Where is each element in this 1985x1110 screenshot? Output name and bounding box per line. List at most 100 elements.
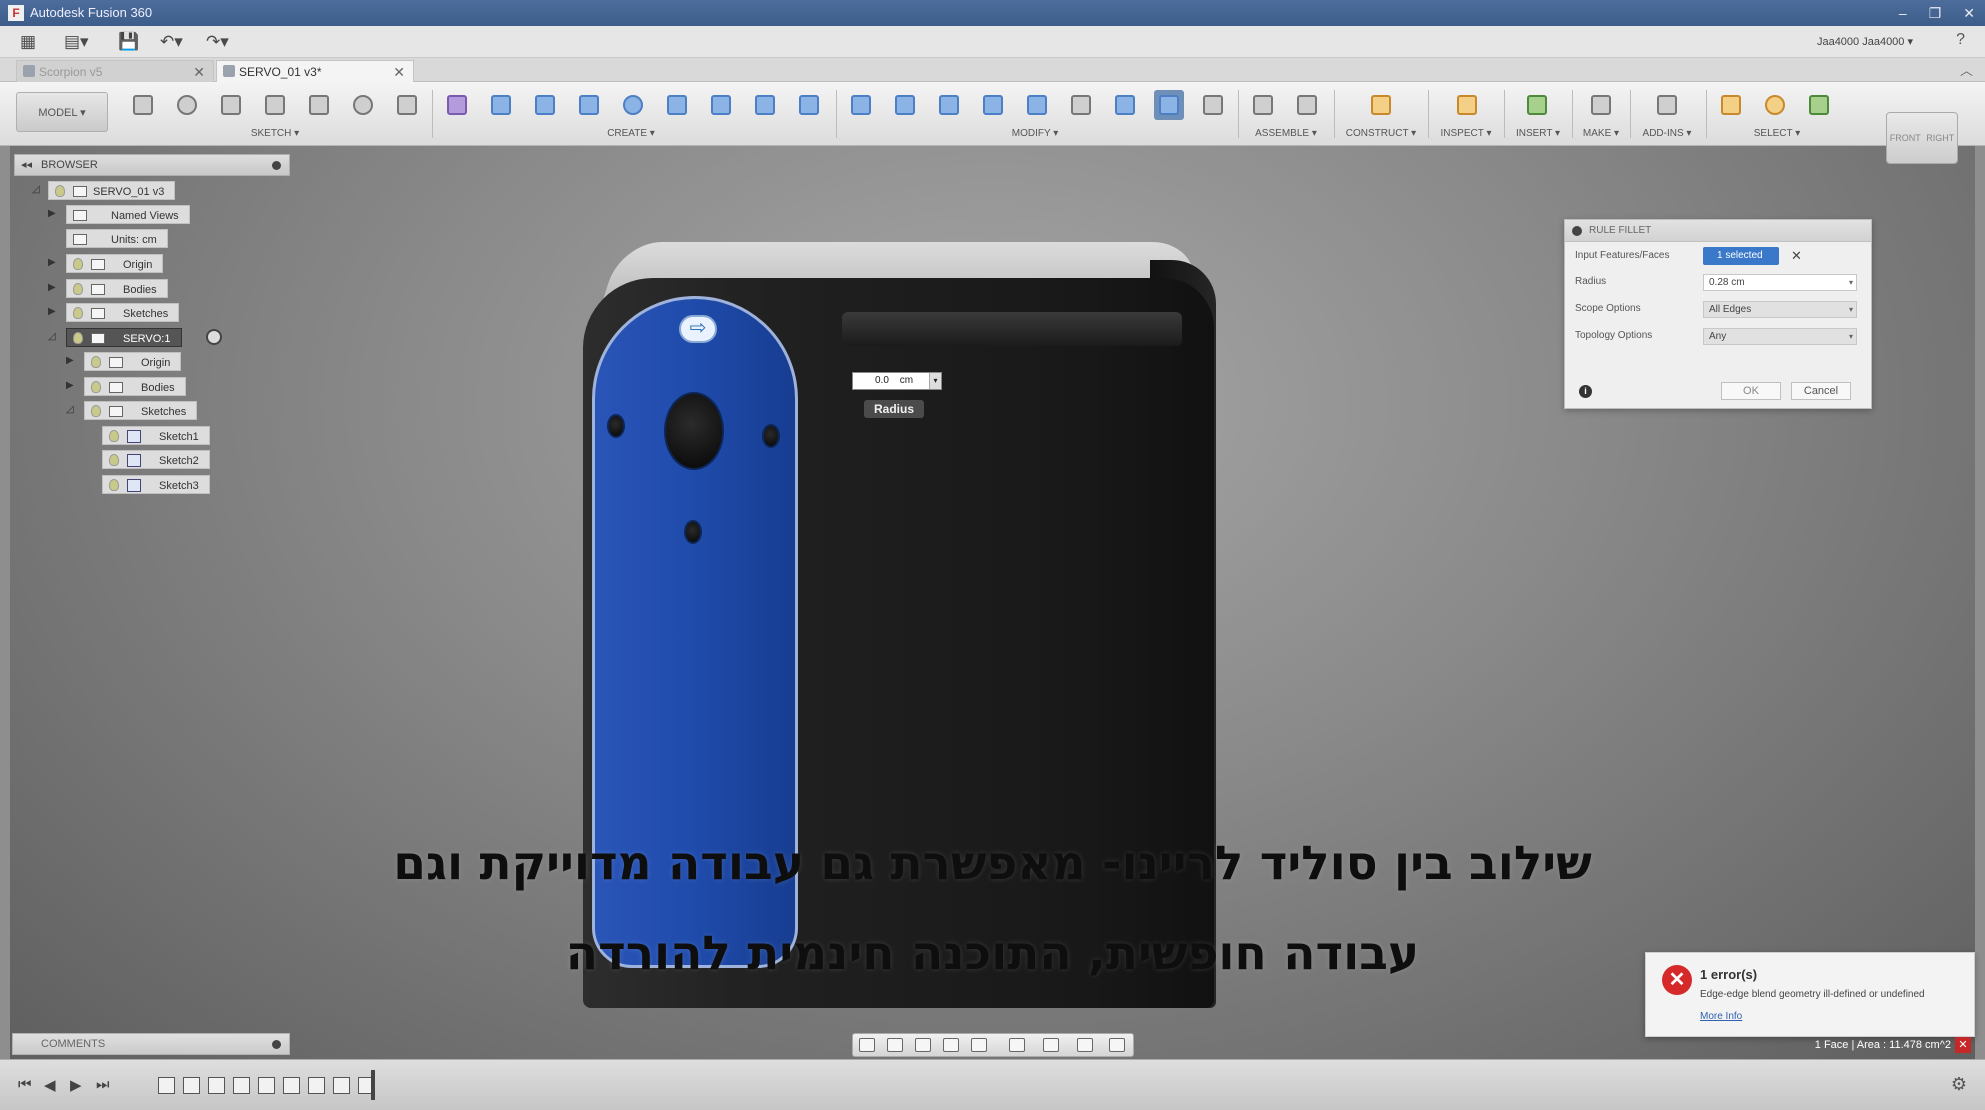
chevron-down-icon[interactable]: ▾: [1849, 275, 1853, 290]
expand-icon[interactable]: ◿: [48, 327, 60, 347]
split-face-icon[interactable]: [1066, 90, 1096, 120]
expand-icon[interactable]: ◿: [32, 180, 44, 200]
tab-servo[interactable]: SERVO_01 v3* ✕: [216, 60, 414, 82]
create-sketch-icon[interactable]: [128, 90, 158, 120]
comments-panel-header[interactable]: COMMENTS: [12, 1033, 290, 1055]
timeline-feature-extrude[interactable]: [258, 1077, 275, 1094]
visibility-bulb-icon[interactable]: [109, 454, 119, 466]
measure-icon[interactable]: [1452, 90, 1482, 120]
circle-tool-icon[interactable]: [348, 90, 378, 120]
insert-menu[interactable]: INSERT ▾: [1508, 128, 1568, 139]
save-icon[interactable]: 💾: [118, 32, 139, 52]
slot-tool-icon[interactable]: [304, 90, 334, 120]
box-icon[interactable]: [486, 90, 516, 120]
more-info-link[interactable]: More Info: [1700, 1011, 1742, 1022]
radius-input[interactable]: 0.0 cm ▾: [852, 372, 942, 390]
redo-icon[interactable]: ↷▾: [206, 32, 229, 52]
insert-image-icon[interactable]: [1522, 90, 1552, 120]
grid-menu-icon[interactable]: ▦: [20, 32, 36, 52]
visibility-bulb-icon[interactable]: [73, 332, 83, 344]
assemble-menu[interactable]: ASSEMBLE ▾: [1246, 128, 1326, 139]
paint-select-icon[interactable]: [1804, 90, 1834, 120]
maximize-button[interactable]: ❐: [1929, 0, 1942, 26]
scripts-icon[interactable]: [1652, 90, 1682, 120]
make-menu[interactable]: MAKE ▾: [1576, 128, 1626, 139]
press-pull-icon[interactable]: [846, 90, 876, 120]
ok-button[interactable]: OK: [1721, 382, 1781, 400]
rule-fillet-icon[interactable]: [1154, 90, 1184, 120]
arc-tool-icon[interactable]: [172, 90, 202, 120]
environment-icon[interactable]: [1109, 1038, 1125, 1052]
visibility-bulb-icon[interactable]: [109, 479, 119, 491]
chamfer-icon[interactable]: [934, 90, 964, 120]
mirror-icon[interactable]: [662, 90, 692, 120]
info-icon[interactable]: i: [1579, 385, 1592, 398]
look-at-icon[interactable]: [887, 1038, 903, 1052]
grid-settings-icon[interactable]: [1043, 1038, 1059, 1052]
expand-icon[interactable]: ▶: [48, 278, 60, 298]
gear-icon[interactable]: ⚙: [1951, 1074, 1967, 1095]
spline-tool-icon[interactable]: [216, 90, 246, 120]
play-icon[interactable]: ▶: [70, 1076, 82, 1094]
timeline-feature-extrude[interactable]: [308, 1077, 325, 1094]
create-menu[interactable]: CREATE ▾: [596, 128, 666, 139]
pin-icon[interactable]: [272, 1040, 281, 1049]
timeline-feature-sketch[interactable]: [283, 1077, 300, 1094]
combine-icon[interactable]: [1022, 90, 1052, 120]
expand-icon[interactable]: ▶: [48, 253, 60, 273]
sketch-menu[interactable]: SKETCH ▾: [240, 128, 310, 139]
loft-icon[interactable]: [706, 90, 736, 120]
visibility-bulb-icon[interactable]: [91, 381, 101, 393]
chevron-down-icon[interactable]: ▾: [1849, 302, 1853, 317]
visibility-bulb-icon[interactable]: [73, 307, 83, 319]
close-tab-icon[interactable]: ✕: [193, 61, 205, 83]
fillet-icon[interactable]: [890, 90, 920, 120]
visibility-bulb-icon[interactable]: [55, 185, 65, 197]
timeline-marker[interactable]: [371, 1070, 375, 1100]
viewcube-right[interactable]: RIGHT: [1926, 133, 1954, 143]
workspace-switcher[interactable]: MODEL ▾: [16, 92, 108, 132]
display-settings-icon[interactable]: [1009, 1038, 1025, 1052]
shell-icon[interactable]: [978, 90, 1008, 120]
collapse-arrow-icon[interactable]: ◂◂: [21, 155, 32, 175]
revolve-icon[interactable]: [618, 90, 648, 120]
select-menu[interactable]: SELECT ▾: [1742, 128, 1812, 139]
expand-icon[interactable]: ▶: [66, 376, 78, 396]
timeline-feature-sketch[interactable]: [158, 1077, 175, 1094]
close-tab-icon[interactable]: ✕: [393, 61, 405, 83]
inspect-menu[interactable]: INSPECT ▾: [1432, 128, 1500, 139]
visibility-bulb-icon[interactable]: [73, 283, 83, 295]
chevron-down-icon[interactable]: ▾: [1849, 329, 1853, 344]
expand-icon[interactable]: ◿: [66, 400, 78, 420]
tspline-box-icon[interactable]: [442, 90, 472, 120]
expand-icon[interactable]: ▶: [48, 204, 60, 224]
go-to-end-icon[interactable]: ⏭: [96, 1076, 110, 1093]
select-icon[interactable]: [1716, 90, 1746, 120]
project-tool-icon[interactable]: [392, 90, 422, 120]
offset-plane-icon[interactable]: [1366, 90, 1396, 120]
help-icon[interactable]: ?: [1956, 31, 1965, 49]
browser-panel-header[interactable]: ◂◂ BROWSER: [14, 154, 290, 176]
minimize-button[interactable]: –: [1899, 0, 1907, 26]
extrude-icon[interactable]: [574, 90, 604, 120]
rectangle-tool-icon[interactable]: [260, 90, 290, 120]
topology-select[interactable]: Any ▾: [1703, 328, 1857, 345]
timeline-feature-fillet[interactable]: [333, 1077, 350, 1094]
viewcube-front[interactable]: FRONT: [1890, 133, 1921, 143]
modify-menu[interactable]: MODIFY ▾: [1000, 128, 1070, 139]
clear-status-icon[interactable]: ✕: [1955, 1037, 1971, 1053]
go-to-start-icon[interactable]: ⏮: [18, 1076, 32, 1093]
visibility-bulb-icon[interactable]: [91, 405, 101, 417]
expand-icon[interactable]: ▶: [48, 302, 60, 322]
dialog-header[interactable]: RULE FILLET: [1565, 220, 1871, 242]
add-ins-menu[interactable]: ADD-INS ▾: [1634, 128, 1700, 139]
clear-selection-icon[interactable]: ✕: [1791, 246, 1802, 266]
replace-face-icon[interactable]: [1110, 90, 1140, 120]
timeline-feature-sketch[interactable]: [183, 1077, 200, 1094]
pan-icon[interactable]: [915, 1038, 931, 1052]
activate-radio-icon[interactable]: [206, 329, 222, 345]
expand-icon[interactable]: ▶: [66, 351, 78, 371]
chevron-down-icon[interactable]: ▾: [929, 373, 941, 389]
scale-icon[interactable]: [1198, 90, 1228, 120]
pattern-icon[interactable]: [750, 90, 780, 120]
